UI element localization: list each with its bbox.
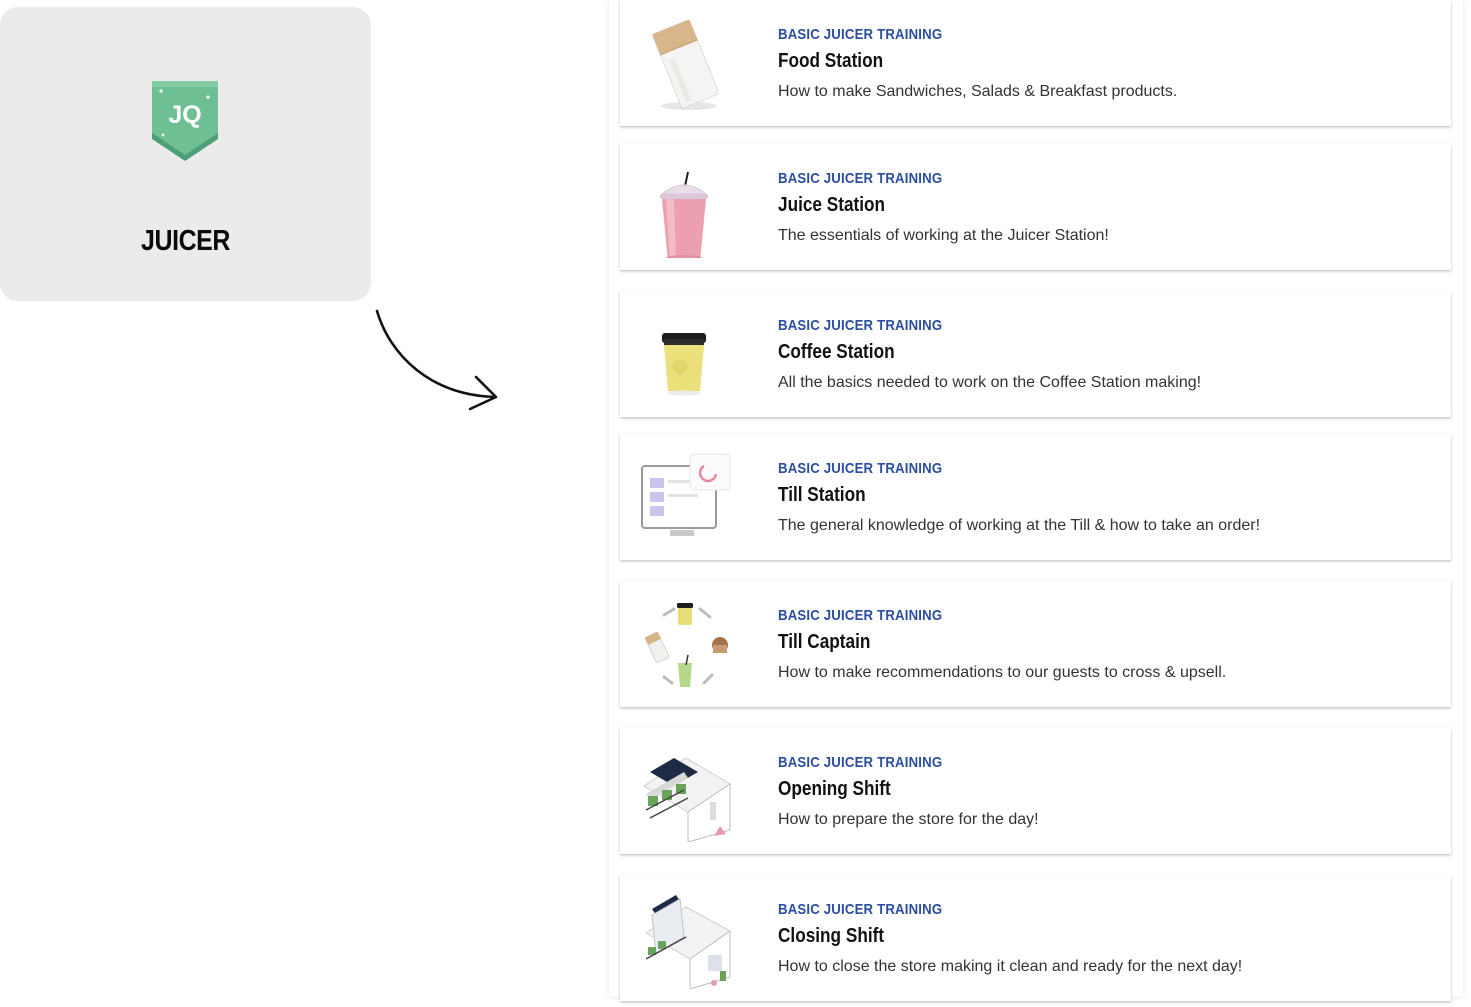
module-description: How to make recommendations to our guest… bbox=[778, 664, 1227, 681]
module-description: All the basics needed to work on the Cof… bbox=[778, 374, 1202, 391]
till-monitor-icon bbox=[641, 453, 731, 536]
module-card-till-station[interactable]: BASIC JUICER TRAINING Till Station The g… bbox=[620, 434, 1451, 560]
module-category: BASIC JUICER TRAINING bbox=[778, 317, 943, 334]
module-title: Food Station bbox=[778, 50, 884, 72]
curved-arrow-icon bbox=[375, 309, 498, 411]
badge-initials: JQ bbox=[168, 101, 201, 129]
module-title: Till Captain bbox=[778, 631, 871, 653]
module-description: How to prepare the store for the day! bbox=[778, 811, 1039, 828]
module-title: Closing Shift bbox=[778, 925, 885, 947]
store-front-icon bbox=[643, 757, 731, 842]
module-card-juice-station[interactable]: BASIC JUICER TRAINING Juice Station The … bbox=[620, 144, 1451, 270]
module-title: Opening Shift bbox=[778, 778, 891, 800]
juicer-badge-icon: JQ bbox=[152, 81, 218, 161]
module-category: BASIC JUICER TRAINING bbox=[778, 460, 943, 477]
module-category: BASIC JUICER TRAINING bbox=[778, 607, 943, 624]
module-card-closing-shift[interactable]: BASIC JUICER TRAINING Closing Shift How … bbox=[620, 875, 1451, 1001]
coffee-cup-icon bbox=[662, 333, 706, 396]
module-description: The essentials of working at the Juicer … bbox=[778, 227, 1109, 244]
store-closed-icon bbox=[645, 895, 731, 989]
module-card-till-captain[interactable]: BASIC JUICER TRAINING Till Captain How t… bbox=[620, 581, 1451, 707]
module-category: BASIC JUICER TRAINING bbox=[778, 754, 943, 771]
module-title: Juice Station bbox=[778, 194, 886, 216]
juice-cup-icon bbox=[660, 171, 708, 258]
module-category: BASIC JUICER TRAINING bbox=[778, 170, 943, 187]
badge-title: JUICER bbox=[141, 225, 230, 257]
module-category: BASIC JUICER TRAINING bbox=[778, 901, 943, 918]
upsell-cycle-icon bbox=[644, 603, 728, 687]
module-description: How to close the store making it clean a… bbox=[778, 958, 1243, 975]
module-title: Till Station bbox=[778, 484, 866, 506]
module-title: Coffee Station bbox=[778, 341, 895, 363]
juicer-badge-card[interactable]: JQ JUICER bbox=[0, 7, 371, 301]
food-bag-icon bbox=[652, 19, 719, 110]
module-card-opening-shift[interactable]: BASIC JUICER TRAINING Opening Shift How … bbox=[620, 728, 1451, 854]
module-card-coffee-station[interactable]: BASIC JUICER TRAINING Coffee Station All… bbox=[620, 291, 1451, 417]
module-description: The general knowledge of working at the … bbox=[778, 517, 1261, 534]
module-category: BASIC JUICER TRAINING bbox=[778, 26, 943, 43]
module-card-food-station[interactable]: BASIC JUICER TRAINING Food Station How t… bbox=[620, 0, 1451, 126]
module-description: How to make Sandwiches, Salads & Breakfa… bbox=[778, 83, 1178, 100]
